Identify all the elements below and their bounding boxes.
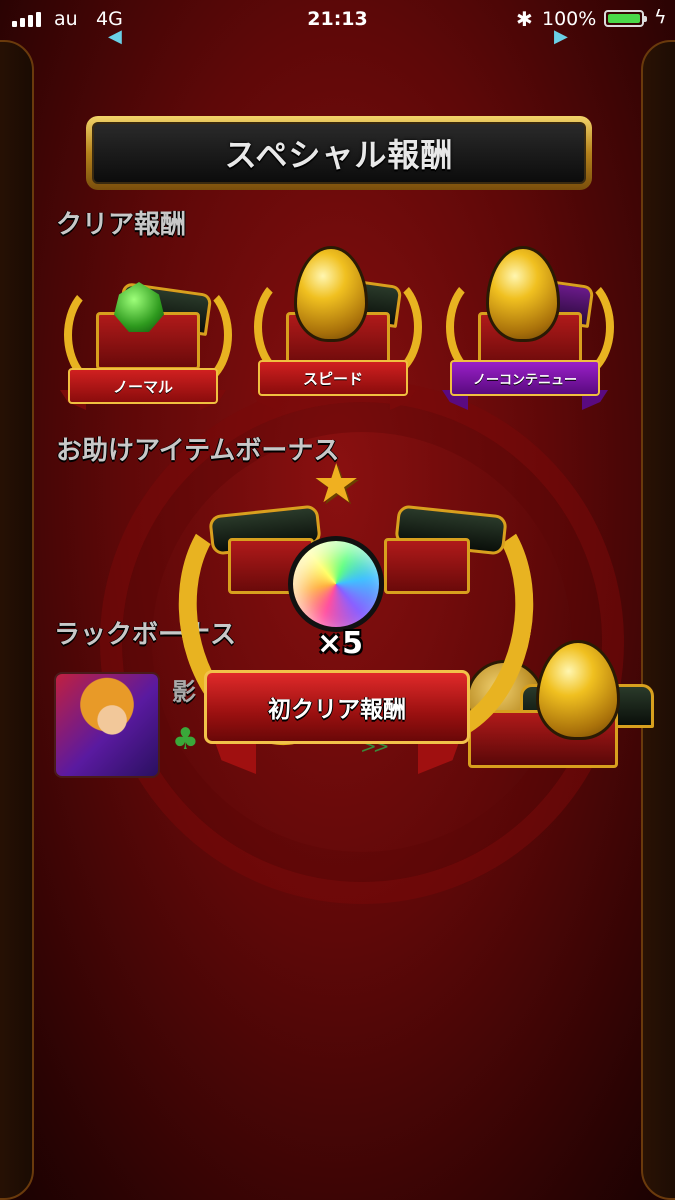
- first-clear-reward-ribbon[interactable]: 初クリア報酬: [204, 670, 470, 744]
- helper-bonus-label: お助けアイテムボーナス: [56, 436, 340, 466]
- treasure-chest-icon: [384, 538, 470, 594]
- reward-count: ×5: [316, 626, 363, 661]
- battery-percent: 100%: [542, 8, 597, 30]
- battery-level-fill: [608, 14, 640, 23]
- monster-name: 影: [172, 678, 196, 706]
- right-frame-border: [641, 40, 675, 1200]
- clear-reward-no-continue: ノーコンテニュー: [442, 244, 618, 424]
- left-frame-border: [0, 40, 34, 1200]
- clear-reward-normal: ノーマル: [60, 252, 236, 432]
- star-icon: ★: [312, 452, 361, 515]
- charging-icon: ϟ: [654, 6, 667, 28]
- clear-reward-speed: スピード: [250, 244, 426, 424]
- title-left-arrow-icon: ◀: [108, 26, 122, 47]
- rainbow-orb-icon: [288, 536, 384, 632]
- title-banner: スペシャル報酬: [86, 116, 592, 190]
- egg-icon: [486, 246, 560, 342]
- page-title: スペシャル報酬: [92, 122, 586, 184]
- bluetooth-icon: ✱: [516, 7, 533, 31]
- monster-portrait: [54, 672, 160, 778]
- clear-reward-label: クリア報酬: [56, 210, 187, 240]
- battery-icon: [604, 10, 647, 27]
- clear-reward-ribbon: ノーコンテニュー: [450, 360, 600, 396]
- clear-reward-ribbon: スピード: [258, 360, 408, 396]
- clear-reward-ribbon: ノーマル: [68, 368, 218, 404]
- egg-icon: [294, 246, 368, 342]
- clover-icon: ♣: [172, 722, 199, 757]
- status-bar: au 4G 21:13 ✱ 100% ϟ: [0, 0, 675, 38]
- title-right-arrow-icon: ▶: [554, 26, 568, 47]
